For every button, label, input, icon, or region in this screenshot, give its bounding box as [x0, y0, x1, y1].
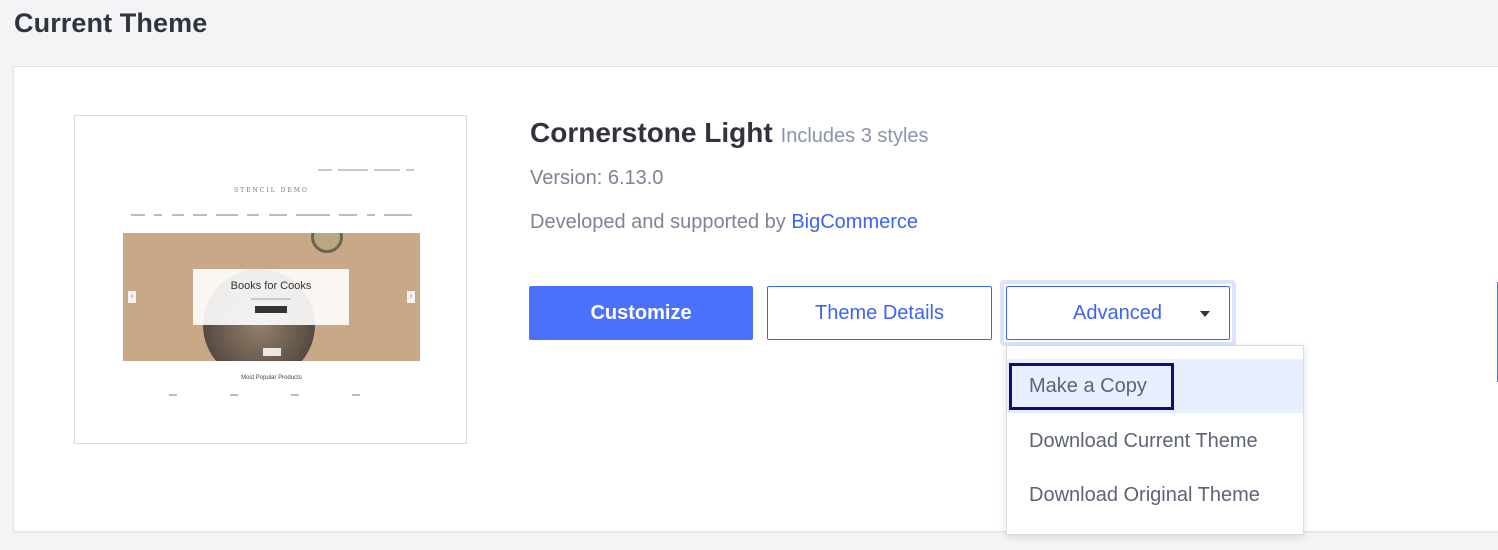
- theme-thumbnail[interactable]: STENCIL DEMO Books for Cooks ‹ › Most Po…: [74, 115, 467, 444]
- menu-item-download-current-theme[interactable]: Download Current Theme: [1007, 414, 1303, 468]
- preview-arrow-left-icon: ‹: [128, 291, 136, 303]
- preview-hero-title: Books for Cooks: [230, 280, 312, 292]
- preview-popular-label: Most Popular Products: [241, 375, 302, 381]
- cup-image: [311, 233, 343, 253]
- preview-slide-dots: [263, 348, 281, 356]
- thumbnail-preview: STENCIL DEMO Books for Cooks ‹ › Most Po…: [123, 165, 420, 400]
- section-title: Current Theme: [14, 8, 208, 38]
- preview-hero-subtitle: [251, 298, 291, 300]
- developer-prefix: Developed and supported by: [530, 211, 786, 233]
- preview-hero: Books for Cooks ‹ ›: [123, 233, 420, 361]
- advanced-label: Advanced: [1073, 302, 1162, 324]
- developer-link[interactable]: BigCommerce: [791, 211, 918, 233]
- advanced-dropdown-menu: Make a Copy Download Current Theme Downl…: [1006, 345, 1304, 535]
- preview-hero-card: Books for Cooks: [193, 269, 349, 325]
- customize-button[interactable]: Customize: [529, 286, 753, 340]
- page: Current Theme STENCIL DEMO Books for Coo…: [0, 0, 1498, 550]
- caret-down-icon: [1200, 311, 1210, 317]
- advanced-focus-ring: Advanced: [1000, 280, 1236, 346]
- preview-nav: [131, 214, 412, 216]
- menu-item-make-a-copy[interactable]: Make a Copy: [1007, 359, 1303, 413]
- theme-name: Cornerstone Light: [530, 117, 773, 148]
- theme-styles-count: Includes 3 styles: [780, 125, 929, 147]
- menu-item-download-original-theme[interactable]: Download Original Theme: [1007, 468, 1303, 522]
- theme-version: Version: 6.13.0: [530, 167, 664, 189]
- preview-arrow-right-icon: ›: [407, 291, 415, 303]
- theme-developer: Developed and supported by BigCommerce: [530, 211, 918, 234]
- preview-logo: STENCIL DEMO: [234, 187, 309, 194]
- preview-topbar: [318, 169, 414, 171]
- theme-details-button[interactable]: Theme Details: [767, 286, 992, 340]
- preview-hero-button: [255, 306, 287, 313]
- preview-products: [169, 394, 360, 396]
- theme-title-row: Cornerstone Light Includes 3 styles: [530, 117, 929, 149]
- advanced-button[interactable]: Advanced: [1006, 286, 1230, 340]
